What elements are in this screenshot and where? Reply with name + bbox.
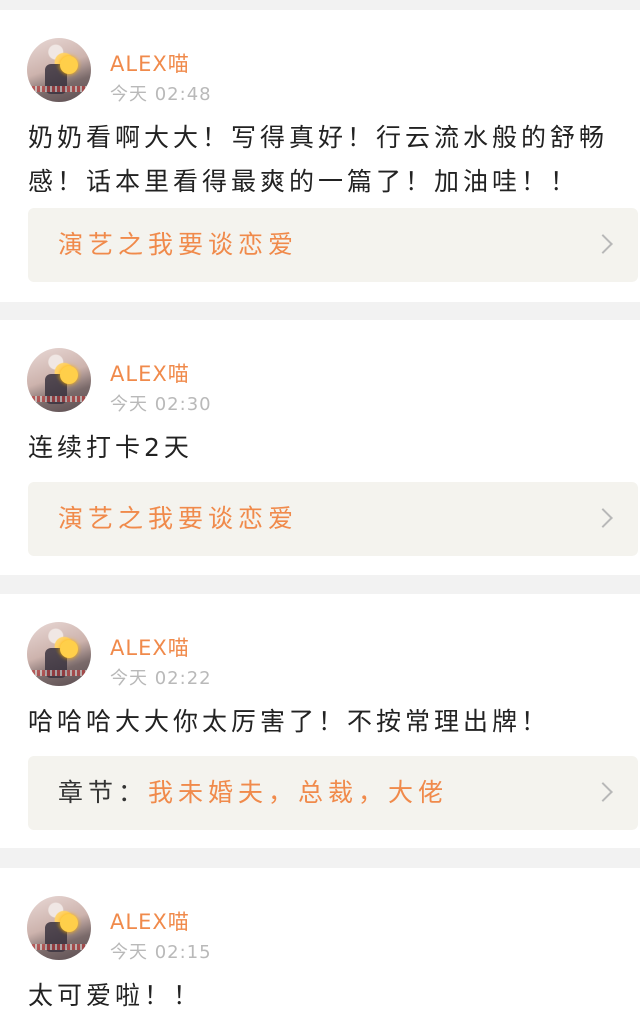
comment-card: ALEX喵 今天 02:22 哈哈哈大大你太厉害了！不按常理出牌！ 章节：我未婚… <box>0 594 640 848</box>
link-title: 演艺之我要谈恋爱 <box>58 504 299 533</box>
avatar-strip <box>27 396 91 402</box>
chevron-right-icon <box>593 234 613 254</box>
avatar[interactable] <box>27 348 91 412</box>
username[interactable]: ALEX喵 <box>110 358 190 388</box>
avatar-strip <box>27 86 91 92</box>
comment-text: 连续打卡2天 <box>28 433 193 462</box>
username[interactable]: ALEX喵 <box>110 906 190 936</box>
chevron-right-icon <box>593 782 613 802</box>
username[interactable]: ALEX喵 <box>110 48 190 78</box>
timestamp: 今天 02:48 <box>110 84 212 105</box>
comment-card: ALEX喵 今天 02:30 连续打卡2天 演艺之我要谈恋爱 <box>0 320 640 575</box>
avatar[interactable] <box>27 896 91 960</box>
timestamp: 今天 02:22 <box>110 668 212 689</box>
avatar-ball <box>60 56 78 74</box>
timestamp: 今天 02:30 <box>110 394 212 415</box>
comment-text: 太可爱啦！！ <box>28 981 203 1010</box>
comment-text: 奶奶看啊大大！写得真好！行云流水般的舒畅感！话本里看得最爽的一篇了！加油哇！！ <box>28 123 609 196</box>
link-title: 演艺之我要谈恋爱 <box>58 230 299 259</box>
avatar-ball <box>60 366 78 384</box>
comment-text: 哈哈哈大大你太厉害了！不按常理出牌！ <box>28 707 551 736</box>
comment-card: ALEX喵 今天 02:15 太可爱啦！！ <box>0 868 640 1021</box>
comment-card: ALEX喵 今天 02:48 奶奶看啊大大！写得真好！行云流水般的舒畅感！话本里… <box>0 10 640 302</box>
novel-link[interactable]: 演艺之我要谈恋爱 <box>28 208 638 282</box>
username[interactable]: ALEX喵 <box>110 632 190 662</box>
chevron-right-icon <box>593 508 613 528</box>
avatar-strip <box>27 670 91 676</box>
avatar-ball <box>60 640 78 658</box>
timestamp: 今天 02:15 <box>110 942 212 963</box>
avatar[interactable] <box>27 38 91 102</box>
avatar[interactable] <box>27 622 91 686</box>
link-prefix: 章节： <box>58 778 149 807</box>
chapter-link[interactable]: 章节：我未婚夫，总裁，大佬 <box>28 756 638 830</box>
avatar-ball <box>60 914 78 932</box>
avatar-strip <box>27 944 91 950</box>
novel-link[interactable]: 演艺之我要谈恋爱 <box>28 482 638 556</box>
link-title: 我未婚夫，总裁，大佬 <box>148 778 449 807</box>
